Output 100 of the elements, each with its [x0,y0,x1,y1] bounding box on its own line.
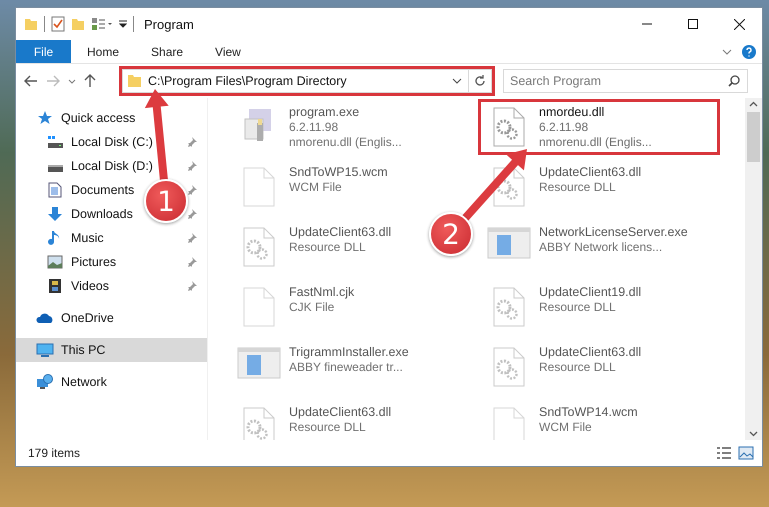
file-icon [493,407,525,440]
file-name: UpdateClient63.dll [289,405,392,420]
file-detail: nmorenu.dll (Englis... [289,135,402,150]
file-detail: 6.2.11.98 [289,120,340,135]
file-name: SndToWP14.wcm [539,405,638,420]
ribbon-tab[interactable]: Share [135,40,200,63]
sidebar-item[interactable]: Network [36,370,107,394]
checklist-icon[interactable] [51,16,65,32]
file-item[interactable]: UpdateClient19.dll Resource DLL [481,282,648,332]
file-item[interactable]: TrigrammInstaller.exe ABBY fineweader tr... [231,342,415,392]
monitor-icon [36,342,54,358]
file-detail: Resource DLL [539,360,617,375]
pin-icon[interactable] [187,281,197,291]
file-menu-button[interactable]: File [16,40,71,63]
file-detail: WCM File [539,420,593,435]
file-name: NetworkLicenseServer.exe [539,225,688,240]
gear-file-icon [493,287,525,327]
window-icon [237,347,281,379]
chevron-down-icon[interactable] [722,48,732,54]
drive-icon [47,135,63,149]
file-name: UpdateClient63.dll [539,345,642,360]
file-icon [243,287,275,327]
file-name: UpdateClient19.dll [539,285,642,300]
music-note-icon [48,230,62,246]
scrollbar[interactable] [745,98,762,440]
star-icon [37,110,53,126]
maximize-icon[interactable] [688,19,698,29]
gear-file-icon [243,407,275,440]
search-icon [728,75,740,87]
file-detail: WCM File [289,180,343,195]
ribbon-tab[interactable]: View [199,40,257,63]
film-icon [48,278,62,294]
address-bar[interactable]: C:\Program Files\Program Directory [122,69,492,93]
file-item[interactable]: UpdateClient63.dll Resource DLL [231,402,398,440]
scrollbar-thumb[interactable] [747,112,760,162]
file-detail: Resource DLL [289,240,367,255]
window-icon [487,227,531,259]
file-icon [243,167,275,207]
file-name: UpdateClient63.dll [539,165,642,180]
pin-icon[interactable] [187,137,197,147]
sidebar-item[interactable]: Local Disk (C:) [46,130,153,154]
file-name: program.exe [289,105,360,120]
file-detail: ABBY Network licens... [539,240,664,255]
file-item[interactable]: SndToWP14.wcm WCM File [481,402,644,440]
pin-icon[interactable] [187,233,197,243]
sidebar-item[interactable]: Music [46,226,104,250]
document-icon [48,182,62,198]
pin-icon[interactable] [187,161,197,171]
file-detail: nmorenu.dll (Englis... [539,135,652,150]
file-name: TrigrammInstaller.exe [289,345,409,360]
item-count: 179 items [28,446,80,460]
network-icon [36,374,54,390]
window-title: Program [144,16,194,32]
file-item[interactable]: SndToWP15.wcm WCM File [231,162,394,212]
file-item[interactable]: FastNml.cjk CJK File [231,282,360,332]
sidebar-item[interactable]: Local Disk (D:) [46,154,153,178]
sidebar-item[interactable]: Quick access [36,106,136,130]
file-item[interactable]: nmordeu.dll 6.2.11.98 nmorenu.dll (Englis... [481,102,717,152]
file-name: UpdateClient63.dll [289,225,392,240]
gear-file-icon [493,107,525,147]
file-detail: Resource DLL [289,420,367,435]
up-arrow-icon[interactable] [84,74,96,88]
properties-icon[interactable] [91,17,113,31]
file-name: SndToWP15.wcm [289,165,388,180]
file-item[interactable]: UpdateClient63.dll Resource DLL [231,222,398,272]
large-icons-view-icon[interactable] [738,446,754,460]
file-detail: Resource DLL [539,300,617,315]
caret-icon[interactable] [119,19,127,29]
folder-icon [127,74,142,88]
chevron-down-icon[interactable] [68,78,76,84]
gear-file-icon [493,347,525,387]
file-name: nmordeu.dll [539,105,606,120]
pin-icon[interactable] [187,209,197,219]
file-detail: Resource DLL [539,180,617,195]
details-view-icon[interactable] [716,446,732,460]
sidebar-item[interactable]: Pictures [46,250,116,274]
cloud-icon [36,312,54,324]
sidebar-item[interactable]: OneDrive [36,306,114,330]
gear-file-icon [243,227,275,267]
chevron-down-icon[interactable] [452,78,462,84]
sidebar-item[interactable]: Documents [46,178,134,202]
download-arrow-icon [47,206,63,222]
sidebar-item[interactable]: This PC [16,338,207,362]
refresh-icon[interactable] [474,75,486,87]
sidebar-item[interactable]: Videos [46,274,109,298]
search-field[interactable]: Search Program [503,69,748,93]
file-item[interactable]: UpdateClient63.dll Resource DLL [481,342,648,392]
sidebar-item[interactable]: Downloads [46,202,133,226]
file-detail: 6.2.11.98 [539,120,590,135]
pin-icon[interactable] [187,257,197,267]
file-item[interactable]: NetworkLicenseServer.exe ABBY Network licens... [481,222,694,272]
file-detail: CJK File [289,300,336,315]
help-icon[interactable] [742,44,756,58]
file-item[interactable]: program.exe 6.2.11.98 nmorenu.dll (Englis... [231,102,408,152]
back-arrow-icon[interactable] [24,75,38,87]
close-icon[interactable] [734,18,744,30]
file-name: FastNml.cjk [289,285,354,300]
pin-icon[interactable] [187,185,197,195]
file-detail: ABBY fineweader tr... [289,360,404,375]
ribbon-tab[interactable]: Home [71,40,136,63]
